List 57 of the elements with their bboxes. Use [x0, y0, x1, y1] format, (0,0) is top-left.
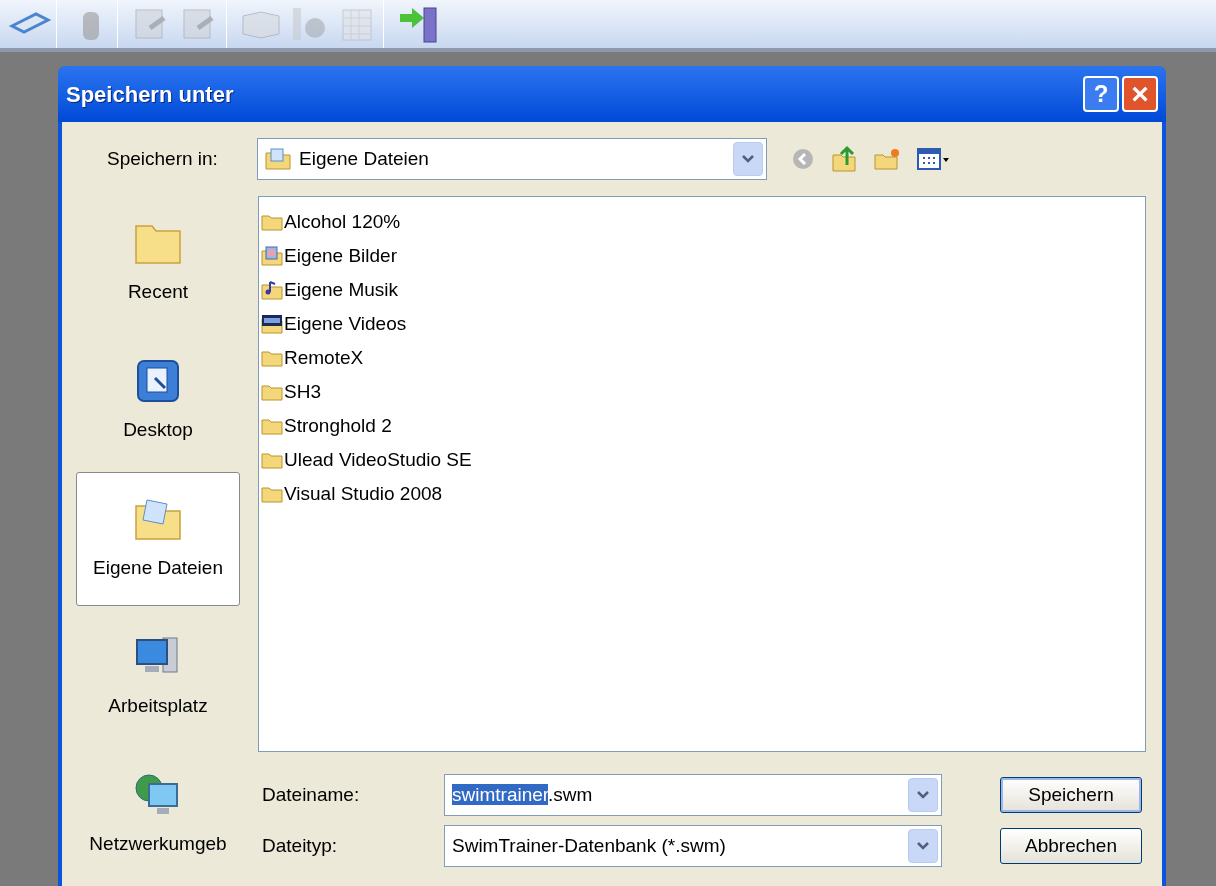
file-name: Visual Studio 2008	[284, 481, 443, 506]
file-item[interactable]: Stronghold 2	[261, 409, 1145, 443]
picture-folder-icon	[261, 246, 283, 266]
film-folder-icon	[261, 314, 283, 334]
file-name: Eigene Musik	[284, 277, 399, 302]
folder-icon	[261, 485, 283, 503]
file-item[interactable]: SH3	[261, 375, 1145, 409]
file-name: Eigene Bilder	[284, 243, 398, 268]
places-item[interactable]: Recent	[76, 196, 240, 330]
places-item[interactable]: Desktop	[76, 334, 240, 468]
file-type-dropdown[interactable]: SwimTrainer-Datenbank (*.swm)	[444, 825, 942, 867]
places-label: Eigene Dateien	[93, 555, 223, 580]
save-button[interactable]: Speichern	[1000, 777, 1142, 813]
new-folder-icon[interactable]	[873, 147, 901, 171]
places-label: Arbeitsplatz	[108, 693, 208, 718]
places-label: Recent	[127, 279, 189, 304]
file-name-field[interactable]: swimtrainer.swm	[444, 774, 942, 816]
save-in-label: Speichern in:	[107, 146, 219, 171]
file-item[interactable]: Eigene Bilder	[261, 239, 1145, 273]
file-item[interactable]: Eigene Musik	[261, 273, 1145, 307]
save-in-dropdown[interactable]: Eigene Dateien	[257, 138, 767, 180]
window-title: Speichern unter	[66, 80, 234, 109]
close-button[interactable]: ×	[1122, 76, 1158, 112]
places-label: Netzwerkumgeb	[89, 831, 227, 856]
file-name: RemoteX	[284, 345, 364, 370]
file-name: Eigene Videos	[284, 311, 407, 336]
folder-icon	[261, 383, 283, 401]
help-button[interactable]: ?	[1083, 76, 1119, 112]
file-name: Ulead VideoStudio SE	[284, 447, 472, 472]
places-item[interactable]: Eigene Dateien	[76, 472, 240, 606]
file-name-value: swimtrainer.swm	[451, 782, 594, 807]
file-item[interactable]: Ulead VideoStudio SE	[261, 443, 1145, 477]
places-item[interactable]: Netzwerkumgeb	[76, 748, 240, 882]
file-item[interactable]: Eigene Videos	[261, 307, 1145, 341]
folder-icon	[261, 417, 283, 435]
folder-icon	[261, 451, 283, 469]
desktop-icon	[135, 357, 181, 404]
file-name-label: Dateiname:	[262, 782, 361, 807]
file-item[interactable]: Visual Studio 2008	[261, 477, 1145, 511]
file-type-value: SwimTrainer-Datenbank (*.swm)	[451, 833, 727, 858]
places-item[interactable]: Arbeitsplatz	[76, 610, 240, 744]
music-folder-icon	[261, 280, 283, 300]
cancel-button[interactable]: Abbrechen	[1000, 828, 1142, 864]
file-name: Stronghold 2	[284, 413, 392, 438]
folder-icon	[261, 213, 283, 231]
view-menu-icon[interactable]	[917, 147, 951, 171]
places-label: Desktop	[123, 417, 193, 442]
save-in-value: Eigene Dateien	[299, 146, 430, 171]
folder-icon	[261, 349, 283, 367]
file-item[interactable]: RemoteX	[261, 341, 1145, 375]
file-name: SH3	[284, 379, 321, 404]
file-name: Alcohol 120%	[284, 209, 401, 234]
file-item[interactable]: Alcohol 120%	[261, 205, 1145, 239]
back-icon[interactable]	[791, 147, 815, 171]
file-type-label: Dateityp:	[262, 833, 338, 858]
up-folder-icon[interactable]	[831, 145, 857, 173]
folder-icon	[265, 147, 291, 171]
